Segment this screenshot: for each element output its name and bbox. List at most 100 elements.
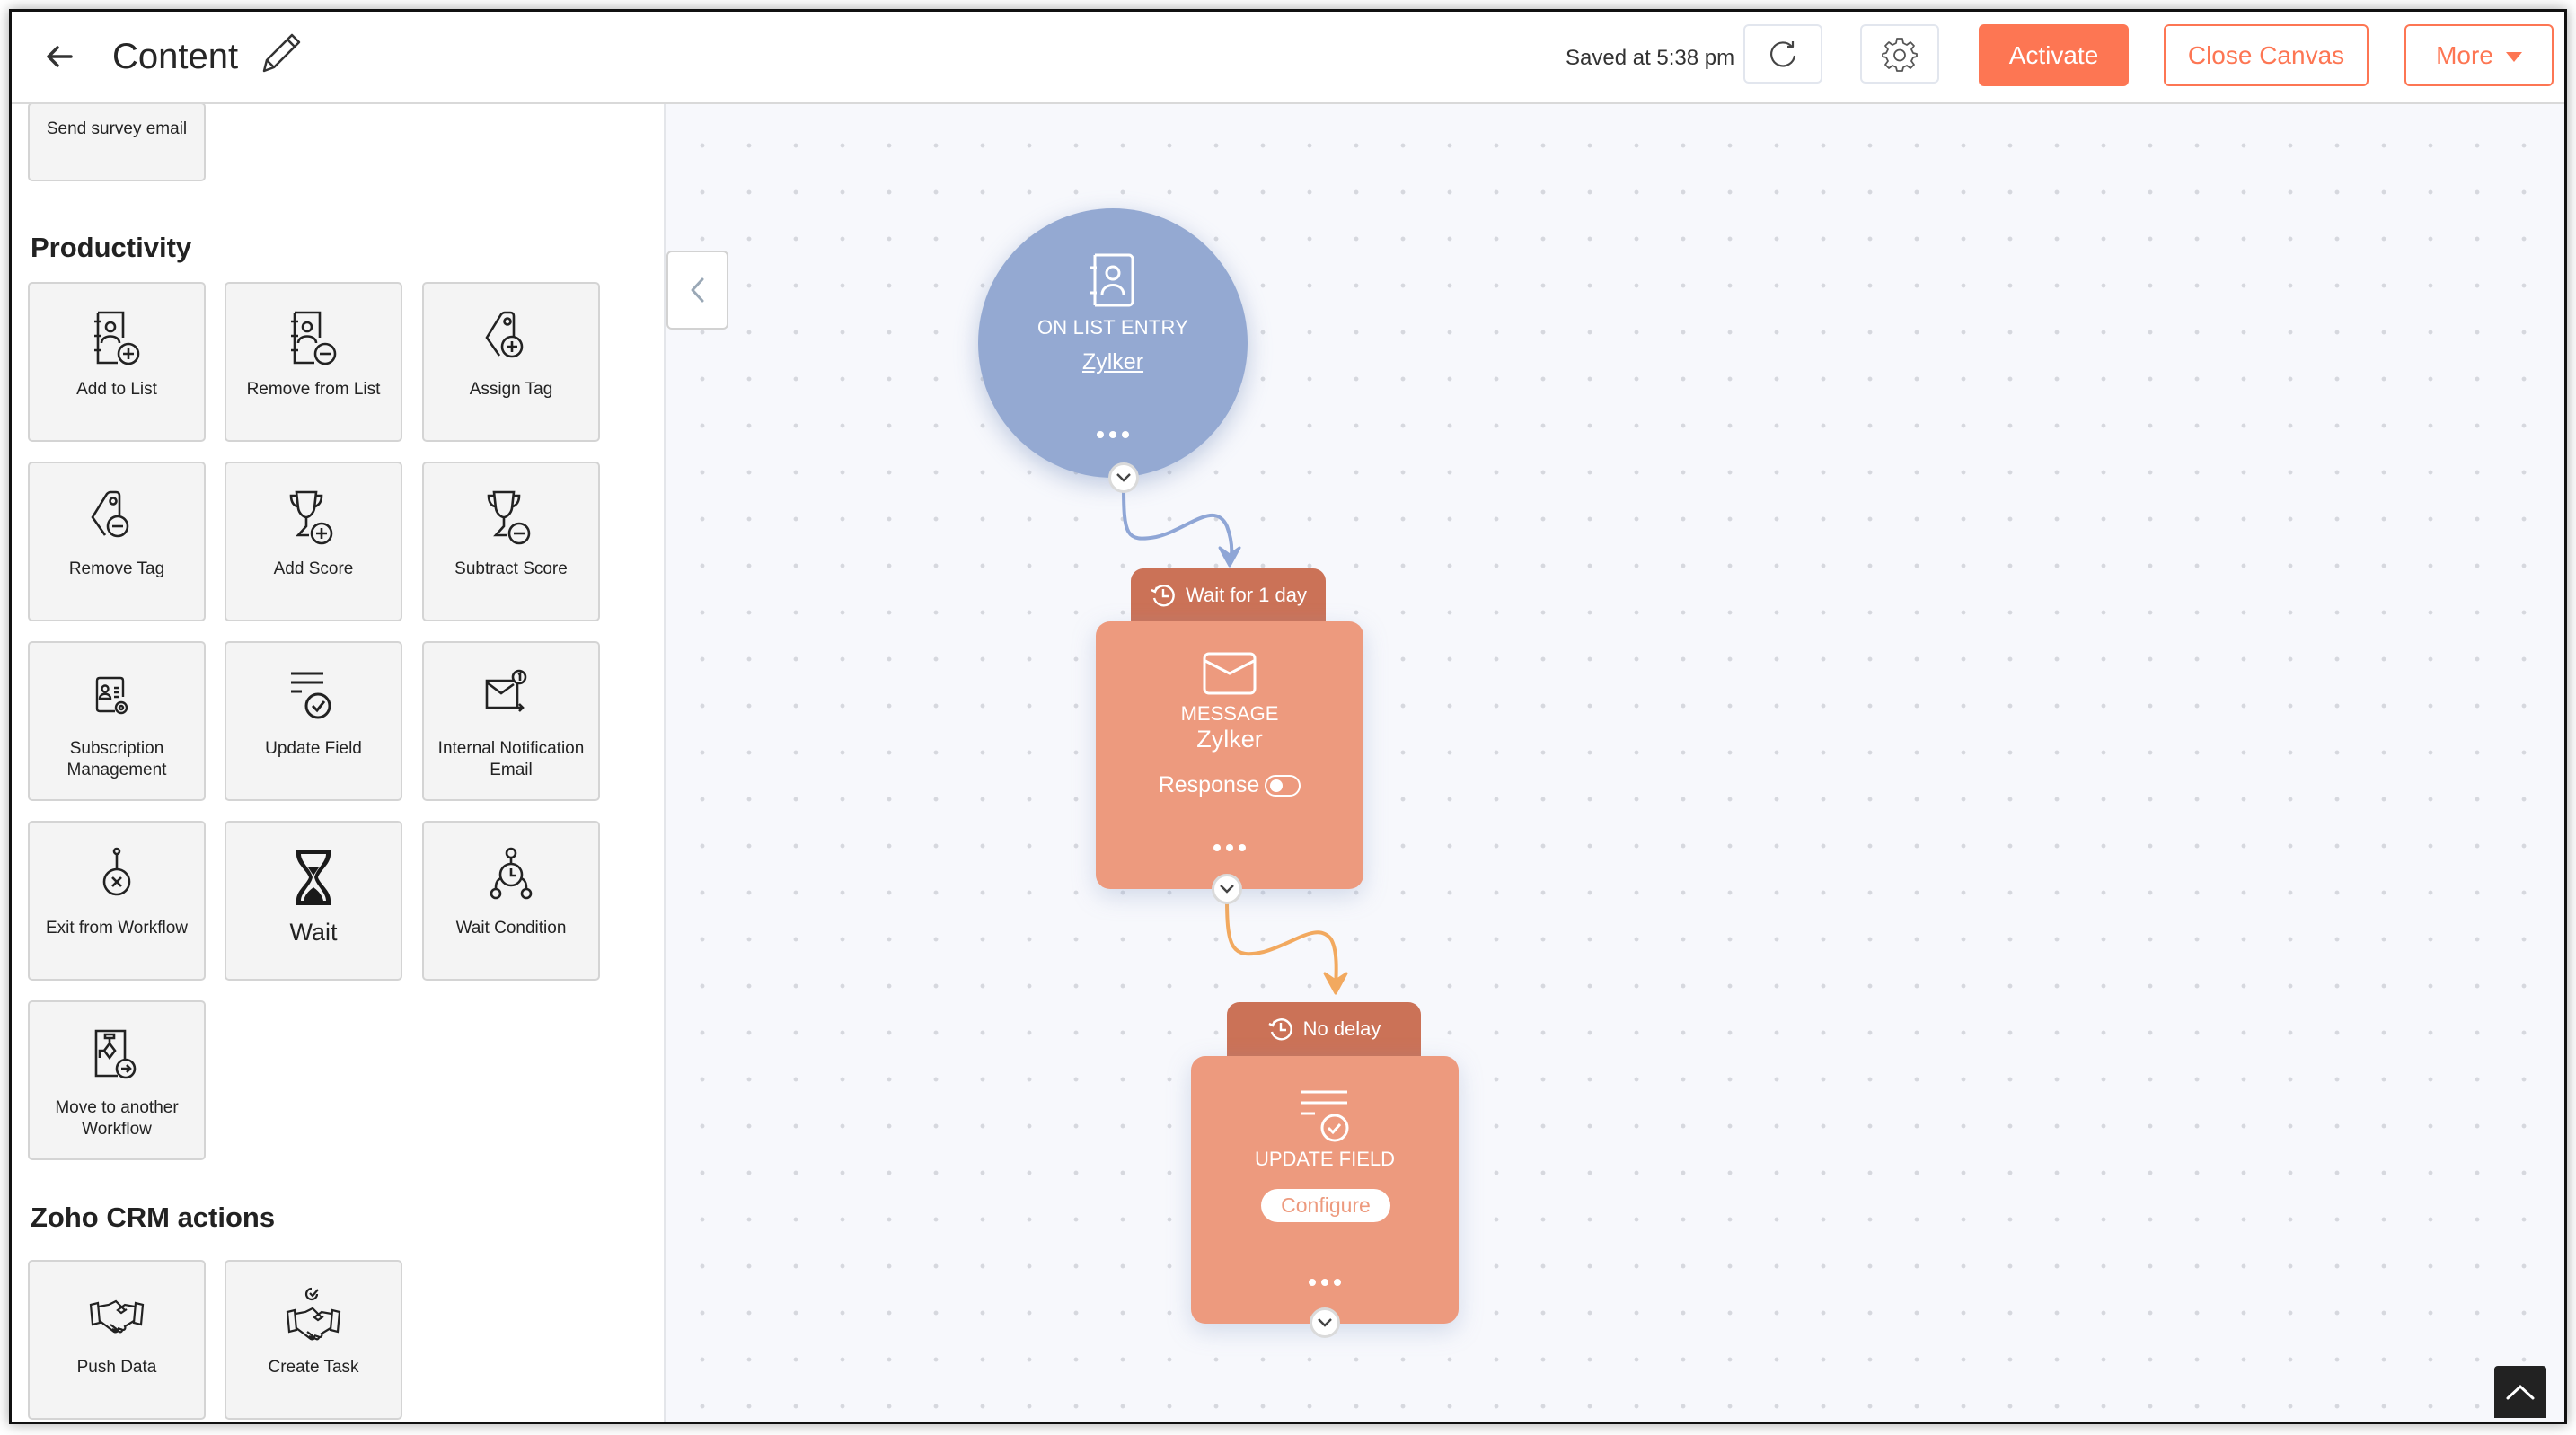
tile-add-score[interactable]: Add Score	[225, 462, 402, 621]
message-node-type: MESSAGE	[1180, 702, 1279, 725]
chevron-down-icon	[1220, 885, 1234, 894]
entry-list-link[interactable]: Zylker	[978, 349, 1248, 375]
message-node[interactable]: MESSAGE Zylker Response	[1096, 621, 1363, 889]
tile-wait-condition[interactable]: Wait Condition	[422, 821, 600, 981]
tile-remove-from-list[interactable]: Remove from List	[225, 282, 402, 442]
tile-update-field[interactable]: Update Field	[225, 641, 402, 801]
tile-assign-tag[interactable]: Assign Tag	[422, 282, 600, 442]
update-delay-tab[interactable]: No delay	[1227, 1002, 1421, 1056]
header-bar: Content Saved at 5:38 pm Activate Close …	[12, 12, 2564, 104]
history-clock-icon	[1151, 585, 1175, 607]
update-field-node-type: UPDATE FIELD	[1254, 1148, 1396, 1170]
tile-label: Assign Tag	[469, 380, 553, 399]
tile-label: Create Task	[268, 1358, 359, 1377]
message-delay-tab[interactable]: Wait for 1 day	[1131, 568, 1326, 622]
refresh-icon	[1770, 41, 1796, 67]
section-title-zoho-crm-actions: Zoho CRM actions	[31, 1202, 276, 1233]
tile-label: Remove from List	[246, 380, 381, 399]
tile-label: Send survey email	[46, 119, 188, 138]
connector-entry-to-message	[1122, 485, 1241, 568]
tile-create-task[interactable]: Create Task	[225, 1260, 402, 1420]
configure-button[interactable]: Configure	[1261, 1189, 1390, 1222]
update-field-icon	[1301, 1090, 1349, 1142]
tile-label: Add Score	[273, 559, 354, 578]
more-label: More	[2436, 40, 2493, 69]
tile-label: Wait	[289, 919, 338, 946]
workflow-canvas[interactable]: ON LIST ENTRY Zylker Wait for 1 day MESS…	[666, 104, 2564, 1422]
handshake-icon	[89, 1299, 145, 1334]
entry-trigger-node[interactable]: ON LIST ENTRY Zylker	[978, 208, 1248, 478]
tile-move-to-another-workflow[interactable]: Move to another Workflow	[28, 1000, 206, 1160]
remove-from-list-icon	[291, 311, 337, 365]
page-title: Content	[112, 37, 239, 76]
caret-down-icon	[2505, 52, 2522, 62]
tile-remove-tag[interactable]: Remove Tag	[28, 462, 206, 621]
connectors-layer	[1122, 485, 1348, 995]
tile-wait[interactable]: Wait	[225, 821, 402, 981]
message-node-more-options[interactable]	[1096, 844, 1363, 851]
tile-label: Wait Condition	[455, 919, 567, 938]
entry-node-type: ON LIST ENTRY	[1037, 316, 1189, 339]
subscription-management-icon	[95, 676, 128, 715]
tile-label: Add to List	[76, 380, 157, 399]
tile-internal-notification-email[interactable]: Internal Notification Email	[422, 641, 600, 801]
move-workflow-icon	[94, 1029, 137, 1079]
update-field-icon	[291, 672, 331, 719]
update-field-node-more-options[interactable]	[1191, 1279, 1459, 1286]
exit-workflow-icon	[102, 847, 131, 896]
history-clock-icon	[1268, 1018, 1292, 1041]
message-node-name: Zylker	[1196, 726, 1263, 753]
more-dropdown-button[interactable]: More	[2404, 24, 2554, 86]
tile-push-data[interactable]: Push Data	[28, 1260, 206, 1420]
entry-node-expand-handle[interactable]	[1108, 462, 1139, 493]
update-field-node[interactable]: UPDATE FIELD Configure	[1191, 1056, 1459, 1324]
tile-send-survey-email[interactable]: Send survey email	[28, 104, 206, 181]
app-window: Content Saved at 5:38 pm Activate Close …	[9, 9, 2567, 1424]
section-title-productivity: Productivity	[31, 232, 192, 263]
tile-label: Subtract Score	[454, 559, 568, 578]
tile-label: Move to another Workflow	[55, 1098, 179, 1139]
arrow-left-icon	[47, 46, 73, 67]
tile-add-to-list[interactable]: Add to List	[28, 282, 206, 442]
notification-email-icon	[485, 669, 527, 712]
update-field-node-expand-handle[interactable]	[1310, 1307, 1340, 1338]
activate-button[interactable]: Activate	[1979, 24, 2129, 86]
refresh-button[interactable]	[1743, 24, 1822, 84]
tile-label: Subscription Management	[66, 739, 167, 779]
hourglass-icon	[296, 850, 331, 905]
add-score-icon	[289, 490, 333, 545]
contact-book-icon	[1090, 253, 1134, 307]
chevron-up-icon	[2506, 1384, 2535, 1400]
tile-label: Remove Tag	[68, 559, 165, 578]
response-row: Response	[1096, 772, 1363, 798]
tile-subtract-score[interactable]: Subtract Score	[422, 462, 600, 621]
close-canvas-button[interactable]: Close Canvas	[2164, 24, 2369, 86]
tile-label: Internal Notification Email	[437, 739, 585, 779]
tile-label: Push Data	[76, 1358, 157, 1377]
update-delay-label: No delay	[1302, 1017, 1381, 1040]
add-to-list-icon	[94, 311, 140, 365]
message-node-expand-handle[interactable]	[1212, 874, 1242, 904]
scroll-to-top-button[interactable]	[2494, 1366, 2546, 1418]
back-button[interactable]	[40, 37, 80, 76]
action-palette-sidebar[interactable]: Send survey email Productivity Add to Li…	[12, 104, 666, 1422]
chevron-down-icon	[1318, 1318, 1332, 1327]
connector-message-to-update	[1225, 898, 1348, 995]
wait-condition-icon	[490, 847, 533, 900]
edit-title-button[interactable]	[260, 31, 303, 75]
chevron-down-icon	[1116, 473, 1131, 482]
response-toggle[interactable]	[1265, 774, 1301, 797]
response-label: Response	[1158, 772, 1260, 797]
subtract-score-icon	[487, 490, 531, 545]
tile-label: Exit from Workflow	[45, 919, 188, 938]
tile-label: Update Field	[265, 739, 362, 758]
pencil-icon	[262, 33, 301, 73]
tile-subscription-management[interactable]: Subscription Management	[28, 641, 206, 801]
tile-exit-from-workflow[interactable]: Exit from Workflow	[28, 821, 206, 981]
entry-node-more-options[interactable]	[978, 431, 1248, 438]
handshake-task-icon	[286, 1287, 341, 1341]
gear-icon	[1882, 38, 1918, 72]
envelope-icon	[1203, 652, 1257, 695]
assign-tag-icon	[485, 311, 524, 358]
settings-button[interactable]	[1860, 24, 1939, 84]
